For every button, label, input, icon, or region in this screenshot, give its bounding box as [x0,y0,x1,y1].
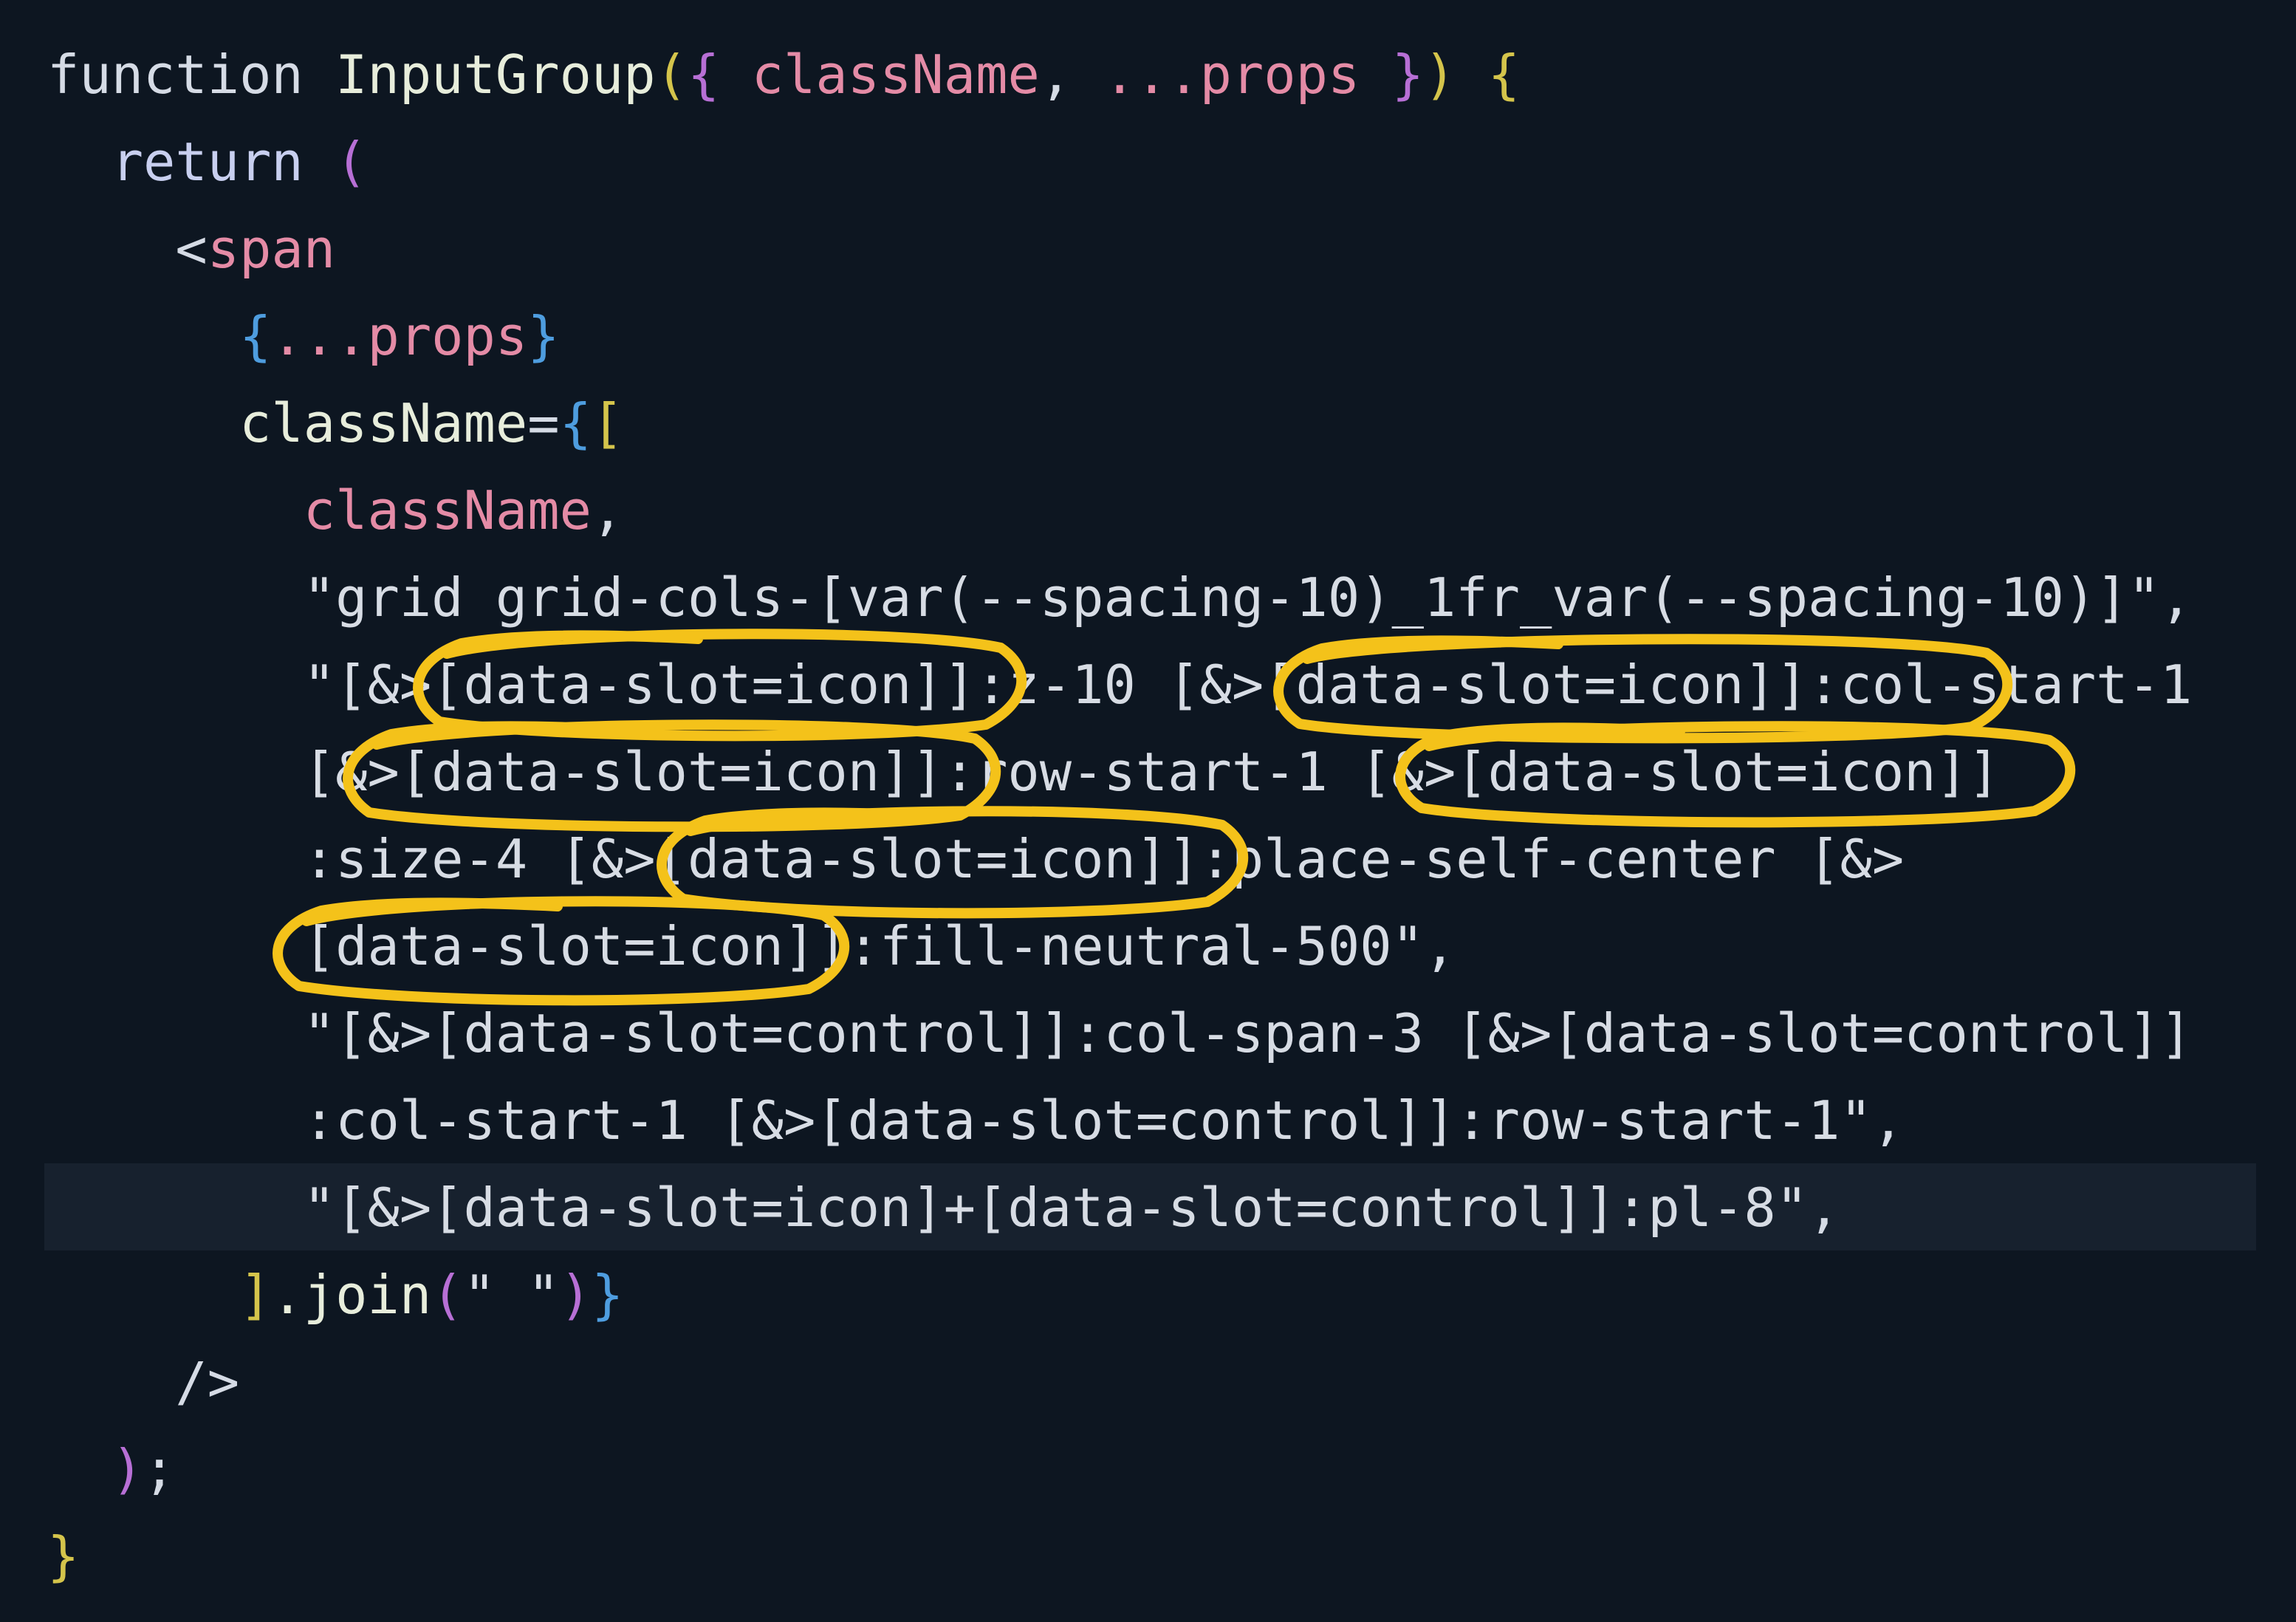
code-line: :col-start-1 [&>[data-slot=control]]:row… [47,1077,1904,1164]
code-token: /> [47,1351,240,1413]
code-line: [&>[data-slot=icon]]:row-start-1 [&>[dat… [47,728,2000,815]
code-token: :size-4 [&>[data-slot=icon]]:place-self-… [47,828,1905,890]
code-token: } [1360,44,1425,106]
code-token: ) [559,1264,592,1326]
code-token: ) [47,1438,144,1500]
code-token: :col-start-1 [&>[data-slot=control]]:row… [47,1089,1872,1152]
code-token: ( [655,44,688,106]
code-line: :size-4 [&>[data-slot=icon]]:place-self-… [47,815,1904,903]
code-line: className={[ [47,380,623,467]
code-token: , [591,479,624,541]
code-token: = [527,392,560,454]
code-token: { [559,392,592,454]
code-token: [ [591,392,624,454]
code-line: "[&>[data-slot=icon]]:z-10 [&>[data-slot… [47,641,2193,728]
code-line: function InputGroup({ className, ...prop… [47,31,1520,118]
code-token: ...props [271,305,528,367]
code-line: /> [47,1338,239,1426]
code-token: ...props [1103,44,1360,106]
code-token: return [47,131,336,193]
code-token: "[&>[data-slot=icon]]:z-10 [&>[data-slot… [47,654,2193,716]
code-token: , [1039,44,1104,106]
code-token: "[&>[data-slot=control]]:col-span-3 [&>[… [47,1002,2193,1064]
code-line: <span [47,205,335,292]
code-token: } [527,305,560,367]
code-token: " " [463,1264,560,1326]
code-token: ( [335,131,368,193]
code-token: "grid grid-cols-[var(--spacing-10)_1fr_v… [47,567,2160,629]
code-line: return ( [47,118,368,205]
code-line: "grid grid-cols-[var(--spacing-10)_1fr_v… [47,554,2193,641]
code-line: className, [47,467,624,554]
code-token: ) [1424,44,1456,106]
code-token: } [591,1264,624,1326]
code-token: , [2159,567,2193,629]
code-token: , [1423,915,1456,977]
code-token: "[&>[data-slot=icon]+[data-slot=control]… [47,1177,1809,1239]
code-line: "[&>[data-slot=icon]+[data-slot=control]… [47,1164,1840,1251]
code-token: className [47,392,528,454]
code-token: function [47,44,336,106]
code-token: className [47,479,592,541]
code-line: [data-slot=icon]]:fill-neutral-500", [47,903,1456,990]
code-token: { [1456,44,1521,106]
code-token: { [687,44,752,106]
code-line: "[&>[data-slot=control]]:col-span-3 [&>[… [47,990,2193,1077]
code-token: , [1871,1089,1905,1152]
code-token: InputGroup [335,44,656,106]
code-token: [&>[data-slot=icon]]:row-start-1 [&>[dat… [47,741,2001,803]
code-line: ].join(" ")} [47,1251,623,1338]
code-token: ( [431,1264,464,1326]
code-line: ); [47,1426,176,1513]
code-token: className [751,44,1040,106]
code-editor: function InputGroup({ className, ...prop… [0,0,2296,1622]
code-token: , [1808,1177,1840,1239]
code-token: < [47,218,208,280]
code-token: ; [143,1438,176,1500]
code-line: {...props} [47,292,560,380]
code-token: } [47,1525,80,1587]
code-token: { [47,305,272,367]
code-token: ] [239,1264,272,1326]
code-token: span [207,218,336,280]
code-token: .join [271,1264,432,1326]
code-token: [data-slot=icon]]:fill-neutral-500" [47,915,1424,977]
code-line: } [47,1513,79,1600]
